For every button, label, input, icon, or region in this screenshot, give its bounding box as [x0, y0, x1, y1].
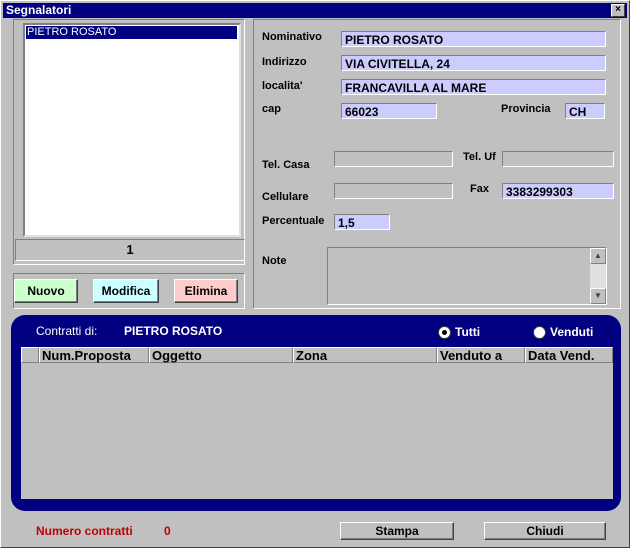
fax-field[interactable]: 3383299303 — [502, 183, 614, 199]
filter-sold-radio[interactable] — [533, 326, 546, 339]
tel-casa-field[interactable] — [334, 151, 453, 167]
list-item[interactable]: PIETRO ROSATO — [25, 25, 238, 40]
cellulare-label: Cellulare — [262, 191, 309, 203]
provincia-field[interactable]: CH — [565, 103, 605, 119]
nominativo-label: Nominativo — [262, 31, 322, 43]
column-header-num-proposta[interactable]: Num.Proposta — [39, 347, 149, 363]
contracts-title-label: Contratti di: — [36, 324, 98, 338]
note-label: Note — [262, 255, 287, 267]
title-bar: Segnalatori × — [3, 3, 627, 18]
tel-casa-label: Tel. Casa — [262, 159, 310, 171]
numero-contratti-label: Numero contratti — [36, 524, 133, 538]
cap-label: cap — [262, 103, 281, 115]
column-header-data-vend[interactable]: Data Vend. — [525, 347, 613, 363]
record-counter: 1 — [15, 239, 245, 261]
chiudi-button[interactable]: Chiudi — [484, 522, 606, 540]
note-scrollbar[interactable]: ▲ ▼ — [590, 248, 606, 304]
segnalatori-window: Segnalatori × PIETRO ROSATO 1 Nuovo Modi… — [0, 0, 630, 548]
grid-header: Num.Proposta Oggetto Zona Venduto a Data… — [21, 347, 613, 363]
row-selector-header — [21, 347, 39, 363]
percentuale-field[interactable]: 1,5 — [334, 214, 390, 230]
column-header-oggetto[interactable]: Oggetto — [149, 347, 293, 363]
scroll-down-icon[interactable]: ▼ — [590, 288, 606, 304]
provincia-label: Provincia — [501, 103, 551, 115]
filter-all-label[interactable]: Tutti — [455, 325, 480, 339]
percentuale-label: Percentuale — [262, 215, 325, 227]
scroll-up-icon[interactable]: ▲ — [590, 248, 606, 264]
numero-contratti-value: 0 — [164, 524, 171, 538]
stampa-button[interactable]: Stampa — [340, 522, 454, 540]
column-header-venduto-a[interactable]: Venduto a — [437, 347, 525, 363]
cap-field[interactable]: 66023 — [341, 103, 437, 119]
tel-uf-label: Tel. Uf — [463, 151, 496, 163]
segnalatori-listbox[interactable]: PIETRO ROSATO — [23, 23, 241, 237]
nuovo-button[interactable]: Nuovo — [14, 279, 78, 303]
cellulare-field[interactable] — [334, 183, 453, 199]
indirizzo-label: Indirizzo — [262, 56, 307, 68]
filter-all-radio[interactable] — [438, 326, 451, 339]
indirizzo-field[interactable]: VIA CIVITELLA, 24 — [341, 55, 606, 71]
filter-sold-label[interactable]: Venduti — [550, 325, 593, 339]
localita-label: localita' — [262, 80, 303, 92]
localita-field[interactable]: FRANCAVILLA AL MARE — [341, 79, 606, 95]
column-header-zona[interactable]: Zona — [293, 347, 437, 363]
nominativo-field[interactable]: PIETRO ROSATO — [341, 31, 606, 47]
note-textarea[interactable]: ▲ ▼ — [327, 247, 607, 305]
tel-uf-field[interactable] — [502, 151, 614, 167]
fax-label: Fax — [470, 183, 489, 195]
contracts-owner: PIETRO ROSATO — [124, 324, 223, 338]
modifica-button[interactable]: Modifica — [93, 279, 159, 303]
radio-selected-dot — [442, 330, 447, 335]
close-icon[interactable]: × — [611, 4, 625, 17]
contracts-grid[interactable]: Num.Proposta Oggetto Zona Venduto a Data… — [21, 347, 613, 499]
window-title: Segnalatori — [6, 3, 72, 17]
elimina-button[interactable]: Elimina — [174, 279, 238, 303]
